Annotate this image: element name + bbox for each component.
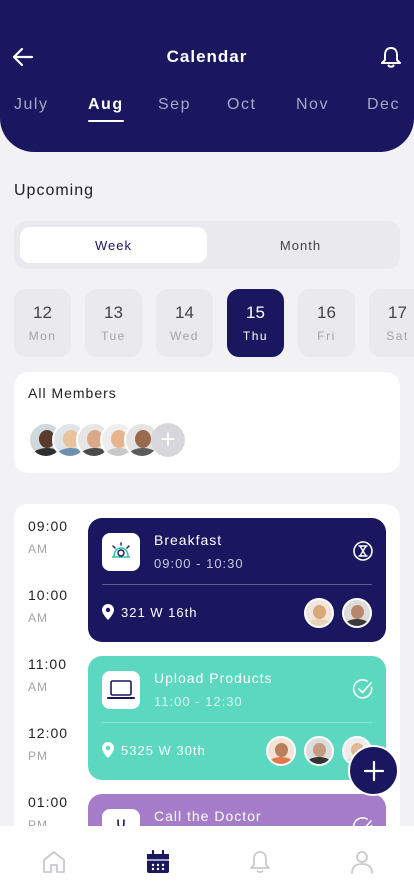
- page-title: Calendar: [166, 47, 248, 66]
- time-hour: 10:00: [28, 587, 69, 603]
- time-hour: 01:00: [28, 794, 69, 810]
- avatar[interactable]: [304, 598, 334, 628]
- day-weekday: Thu: [242, 329, 269, 343]
- add-event-button[interactable]: [348, 745, 399, 796]
- avatar[interactable]: [342, 598, 372, 628]
- month-toggle-button[interactable]: Month: [207, 227, 394, 263]
- view-toggle: Week Month: [14, 221, 400, 269]
- month-tab-nov[interactable]: Nov: [296, 96, 329, 114]
- event-title: Breakfast: [154, 532, 223, 548]
- time-ampm: AM: [28, 680, 48, 694]
- calendar-icon[interactable]: [144, 848, 172, 876]
- profile-icon[interactable]: [348, 848, 376, 876]
- time-ampm: AM: [28, 611, 48, 625]
- event-card-breakfast[interactable]: Breakfast 09:00 - 10:30 321 W 16th: [88, 518, 386, 642]
- month-selector: July Aug Sep Oct Nov Dec: [0, 96, 414, 126]
- month-tab-sep[interactable]: Sep: [158, 96, 191, 114]
- day-weekday: Tue: [101, 329, 126, 343]
- day-weekday: Wed: [170, 329, 199, 343]
- timer-icon[interactable]: [352, 540, 374, 562]
- location-pin-icon: [102, 742, 114, 758]
- event-title: Call the Doctor: [154, 808, 262, 824]
- day-item-12[interactable]: 12 Mon: [14, 289, 71, 357]
- day-number: 17: [388, 303, 407, 322]
- event-time: 11:00 - 12:30: [154, 694, 243, 709]
- day-item-17[interactable]: 17 Sat: [369, 289, 414, 357]
- day-number: 16: [317, 303, 336, 322]
- time-ampm: AM: [28, 542, 48, 556]
- month-tab-dec[interactable]: Dec: [367, 96, 400, 114]
- location-pin-icon: [102, 604, 114, 620]
- upcoming-title: Upcoming: [14, 182, 95, 199]
- month-tab-oct[interactable]: Oct: [227, 96, 256, 114]
- members-card: All Members +: [14, 372, 400, 473]
- event-location: 5325 W 30th: [121, 743, 206, 758]
- member-avatars: +: [28, 422, 228, 460]
- day-item-16[interactable]: 16 Fri: [298, 289, 355, 357]
- event-location: 321 W 16th: [121, 605, 198, 620]
- day-weekday: Sat: [386, 329, 409, 343]
- day-strip: 12 Mon 13 Tue 14 Wed 15 Thu 16 Fri 17 Sa…: [14, 289, 414, 357]
- event-time: 09:00 - 10:30: [154, 556, 244, 571]
- avatar[interactable]: [266, 736, 296, 766]
- day-item-14[interactable]: 14 Wed: [156, 289, 213, 357]
- event-divider: [102, 722, 372, 723]
- laptop-icon: [102, 671, 140, 709]
- time-hour: 12:00: [28, 725, 69, 741]
- day-number: 12: [33, 303, 52, 322]
- day-item-13[interactable]: 13 Tue: [85, 289, 142, 357]
- time-ampm: PM: [28, 749, 48, 763]
- time-hour: 11:00: [28, 656, 67, 672]
- check-circle-icon[interactable]: [352, 678, 374, 700]
- event-attendees: [302, 598, 372, 628]
- plus-icon: [363, 760, 384, 781]
- bell-icon[interactable]: [380, 45, 402, 69]
- add-member-button[interactable]: +: [151, 423, 185, 457]
- breakfast-icon: [102, 533, 140, 571]
- bell-icon[interactable]: [246, 848, 274, 876]
- month-tab-july[interactable]: July: [14, 96, 48, 114]
- day-weekday: Mon: [28, 329, 57, 343]
- day-number: 13: [104, 303, 123, 322]
- home-icon[interactable]: [40, 848, 68, 876]
- time-hour: 09:00: [28, 518, 69, 534]
- day-item-15[interactable]: 15 Thu: [227, 289, 284, 357]
- app-header: Calendar July Aug Sep Oct Nov Dec: [0, 0, 414, 152]
- event-title: Upload Products: [154, 670, 273, 686]
- day-weekday: Fri: [317, 329, 336, 343]
- week-toggle-button[interactable]: Week: [20, 227, 207, 263]
- event-card-upload-products[interactable]: Upload Products 11:00 - 12:30 5325 W 30t…: [88, 656, 386, 780]
- members-title: All Members: [28, 385, 117, 401]
- day-number: 15: [246, 303, 265, 322]
- day-number: 14: [175, 303, 194, 322]
- avatar[interactable]: [304, 736, 334, 766]
- bottom-tab-bar: [0, 826, 414, 896]
- month-tab-aug[interactable]: Aug: [88, 96, 124, 122]
- event-divider: [102, 584, 372, 585]
